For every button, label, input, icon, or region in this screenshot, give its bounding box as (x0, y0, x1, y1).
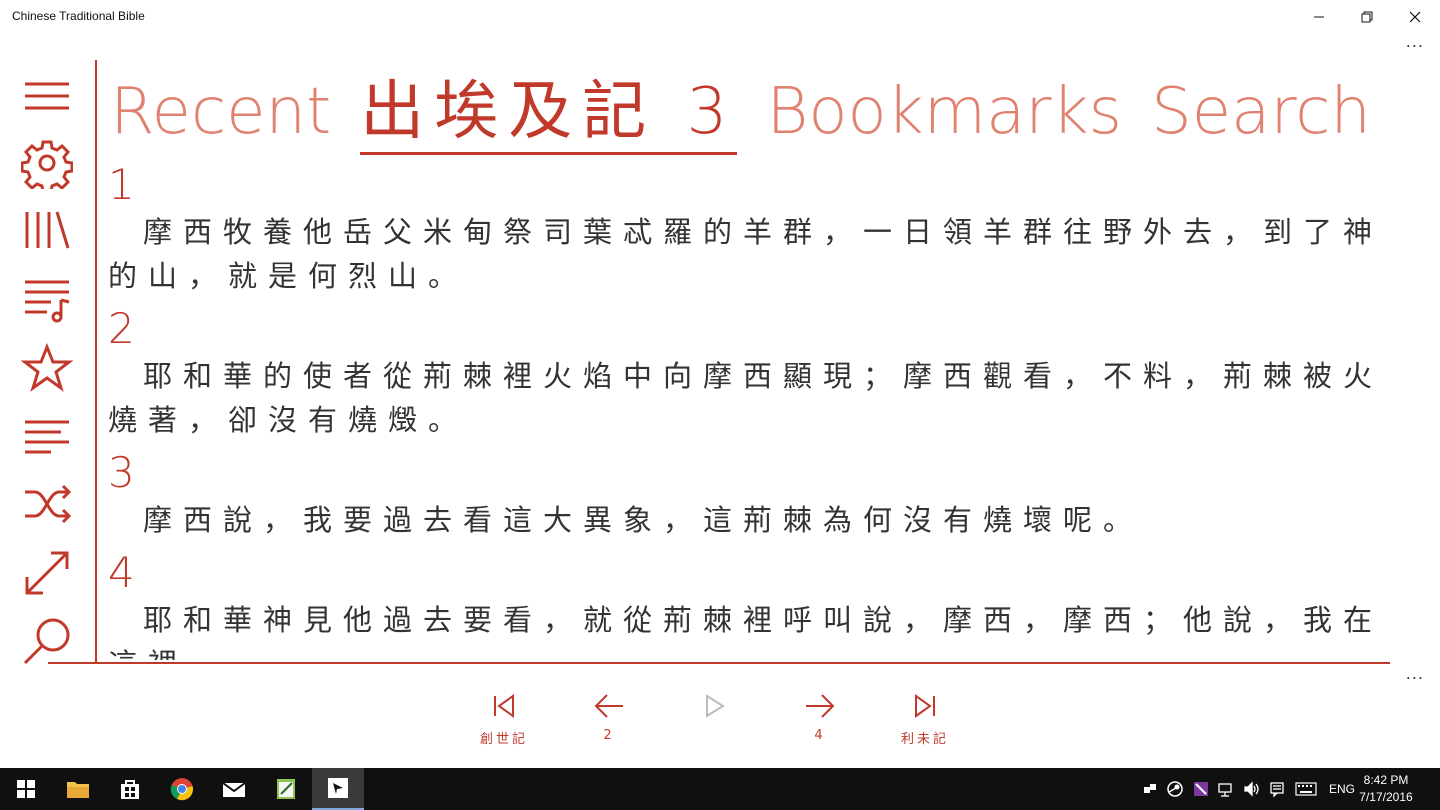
verse-number: 1 (108, 160, 135, 209)
store-bag-icon (121, 780, 139, 799)
top-more-button[interactable]: ... (1406, 32, 1424, 51)
first-book-label: 創世記 (479, 732, 528, 747)
previous-chapter-label: 2 (603, 728, 615, 743)
bottom-more-button[interactable]: ... (1406, 664, 1424, 683)
clock-date: 7/17/2016 (1359, 790, 1413, 804)
skip-forward-icon (915, 694, 935, 718)
verse-number: 2 (108, 304, 135, 353)
windows-logo-icon (17, 780, 35, 798)
resize-arrow-icon (25, 551, 69, 595)
notepad-icon (277, 779, 295, 799)
verse-text: 耶和華的使者從荊棘裡火焰中向摩西顯現；摩西觀看，不料，荊棘被火燒著，卻沒有燒燬。 (108, 359, 1384, 437)
start-button[interactable] (0, 768, 52, 810)
hamburger-menu-icon (25, 82, 69, 110)
play-icon (706, 694, 725, 718)
bible-app-button[interactable] (312, 768, 364, 810)
search-button[interactable] (20, 612, 74, 666)
verse: 4 耶和華神見他過去要看，就從荊棘裡呼叫說，摩西，摩西；他說，我在這裡。 (108, 548, 1390, 660)
search-icon (23, 618, 70, 665)
restore-button[interactable] (1344, 0, 1390, 34)
tab-current-chapter[interactable]: 出埃及記 3 (360, 72, 738, 155)
pivot-header: Recent 出埃及記 3 Bookmarks Search (110, 72, 1395, 156)
next-chapter-label: 4 (814, 728, 826, 743)
shuffle-icon (25, 484, 72, 524)
close-button[interactable] (1392, 0, 1438, 34)
next-chapter-button[interactable]: 4 (775, 690, 865, 754)
library-button[interactable] (20, 203, 74, 257)
gear-icon (21, 140, 73, 189)
tray-network-share-icon[interactable] (1140, 768, 1160, 810)
tray-steam-icon[interactable] (1164, 768, 1186, 810)
taskbar: ENG 8:42 PM 7/17/2016 (0, 768, 1440, 810)
mail-button[interactable] (208, 768, 260, 810)
align-button[interactable] (20, 407, 74, 461)
minimize-button[interactable] (1296, 0, 1342, 34)
chrome-button[interactable] (156, 768, 208, 810)
minimize-icon (1314, 16, 1324, 18)
tab-bookmarks[interactable]: Bookmarks (766, 72, 1122, 152)
tray-notifications-icon[interactable] (1266, 768, 1288, 810)
tab-recent[interactable]: Recent (110, 72, 331, 152)
library-icon (25, 211, 70, 249)
verse-number: 3 (108, 448, 135, 497)
notepad-button[interactable] (260, 768, 312, 810)
clock-time: 8:42 PM (1363, 773, 1409, 787)
sidebar (0, 70, 96, 666)
bible-app-icon (328, 778, 348, 798)
content-divider (48, 662, 1390, 664)
shuffle-button[interactable] (20, 477, 74, 531)
app-title: Chinese Traditional Bible (12, 9, 145, 23)
restore-icon (1361, 11, 1373, 23)
tray-onenote-icon[interactable] (1190, 768, 1212, 810)
verse-text: 耶和華神見他過去要看，就從荊棘裡呼叫說，摩西，摩西；他說，我在這裡。 (108, 603, 1384, 660)
file-explorer-button[interactable] (52, 768, 104, 810)
star-icon (21, 343, 73, 392)
verse-text: 摩西說，我要過去看這大異象，這荊棘為何沒有燒壞呢。 (143, 503, 1144, 537)
menu-button[interactable] (20, 70, 74, 124)
first-book-button[interactable]: 創世記 (459, 690, 549, 754)
fullscreen-button[interactable] (20, 546, 74, 600)
tab-search[interactable]: Search (1151, 72, 1371, 152)
verse: 2 耶和華的使者從荊棘裡火焰中向摩西顯現；摩西觀看，不料，荊棘被火燒著，卻沒有燒… (108, 304, 1390, 442)
skip-back-icon (494, 694, 514, 718)
tray-wired-network-icon[interactable] (1214, 768, 1236, 810)
title-bar: Chinese Traditional Bible (0, 0, 1440, 34)
tray-keyboard-icon[interactable] (1292, 768, 1320, 810)
last-book-label: 利未記 (900, 732, 949, 747)
tray-clock[interactable]: 8:42 PM 7/17/2016 (1346, 772, 1426, 806)
playlist-button[interactable] (20, 273, 74, 327)
arrow-left-icon (594, 694, 623, 718)
store-button[interactable] (104, 768, 156, 810)
chapter-content[interactable]: 1 摩西牧養他岳父米甸祭司葉忒羅的羊群，一日領羊群往野外去，到了神的山，就是何烈… (108, 160, 1390, 660)
play-button[interactable] (669, 690, 759, 754)
sidebar-divider (95, 60, 97, 664)
chrome-icon (170, 778, 193, 801)
last-book-button[interactable]: 利未記 (880, 690, 970, 754)
verse-number: 4 (108, 548, 135, 597)
mail-icon (222, 782, 246, 797)
arrow-right-icon (806, 694, 835, 718)
align-left-icon (25, 420, 69, 454)
bookmark-star-button[interactable] (20, 342, 74, 396)
settings-button[interactable] (20, 136, 74, 190)
close-icon (1409, 11, 1421, 23)
verse: 3 摩西說，我要過去看這大異象，這荊棘為何沒有燒壞呢。 (108, 448, 1390, 542)
previous-chapter-button[interactable]: 2 (564, 690, 654, 754)
folder-icon (67, 782, 89, 798)
tray-volume-icon[interactable] (1240, 768, 1262, 810)
playlist-icon (25, 280, 70, 323)
verse-text: 摩西牧養他岳父米甸祭司葉忒羅的羊群，一日領羊群往野外去，到了神的山，就是何烈山。 (108, 215, 1384, 293)
verse: 1 摩西牧養他岳父米甸祭司葉忒羅的羊群，一日領羊群往野外去，到了神的山，就是何烈… (108, 160, 1390, 298)
